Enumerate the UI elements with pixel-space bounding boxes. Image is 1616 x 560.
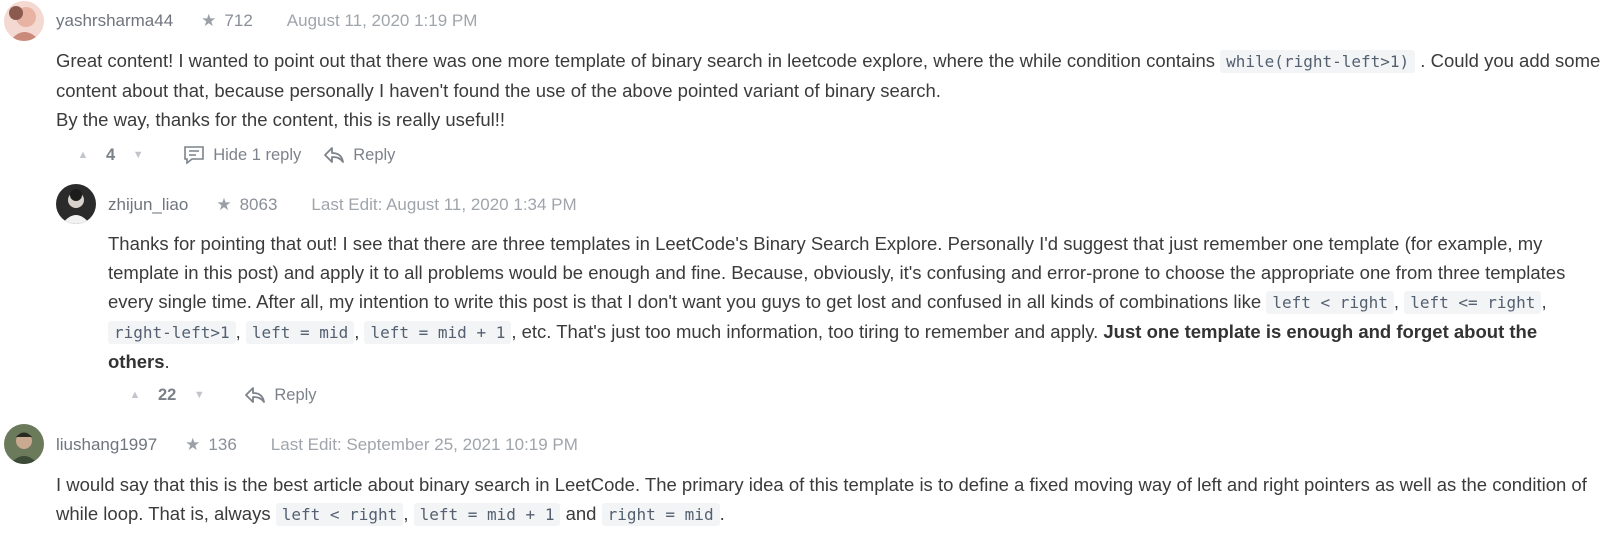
username[interactable]: liushang1997 xyxy=(56,435,157,455)
text: By the way, thanks for the content, this… xyxy=(56,109,506,130)
inline-code: while(right-left>1) xyxy=(1220,50,1416,73)
avatar[interactable] xyxy=(56,184,96,224)
reply-button[interactable]: Reply xyxy=(244,385,317,405)
comment-actions: ▲ 22 ▼ Reply xyxy=(126,380,317,410)
comment-body: I would say that this is the best articl… xyxy=(56,470,1601,529)
separator: , xyxy=(403,503,414,524)
reputation-value: 8063 xyxy=(239,195,278,214)
avatar[interactable] xyxy=(4,1,44,41)
vote-count: 4 xyxy=(106,145,116,164)
reply-arrow-icon xyxy=(324,147,345,163)
inline-code: left = mid + 1 xyxy=(413,503,561,526)
inline-code: left = mid + 1 xyxy=(364,321,512,344)
caret-up-icon[interactable]: ▲ xyxy=(126,388,144,402)
comment-meta: liushang1997 ★ 136 Last Edit: September … xyxy=(56,433,578,457)
inline-code: left <= right xyxy=(1404,291,1542,314)
inline-code: right = mid xyxy=(601,503,720,526)
separator: , xyxy=(1393,291,1405,312)
reputation: ★ 136 xyxy=(185,435,237,455)
inline-code: right-left>1 xyxy=(108,321,236,344)
reply-label: Reply xyxy=(353,145,396,164)
username[interactable]: yashrsharma44 xyxy=(56,11,173,31)
comment-body: Thanks for pointing that out! I see that… xyxy=(108,229,1602,376)
comment-date: Last Edit: September 25, 2021 10:19 PM xyxy=(270,435,578,454)
separator: , xyxy=(1541,291,1547,312)
comment-date: Last Edit: August 11, 2020 1:34 PM xyxy=(311,195,577,214)
caret-down-icon[interactable]: ▼ xyxy=(190,388,208,402)
star-icon: ★ xyxy=(216,195,232,214)
comment-body: Great content! I wanted to point out tha… xyxy=(56,46,1601,134)
reply-arrow-icon xyxy=(245,387,266,403)
avatar[interactable] xyxy=(4,424,44,464)
reputation: ★ 8063 xyxy=(216,195,277,215)
separator: , xyxy=(235,321,246,342)
hide-replies-button[interactable]: Hide 1 reply xyxy=(183,144,301,166)
comment-actions: ▲ 4 ▼ Hide 1 reply Reply xyxy=(74,140,395,170)
vote-count: 22 xyxy=(158,385,177,404)
inline-code: left < right xyxy=(1266,291,1394,314)
inline-code: left = mid xyxy=(245,321,355,344)
text: , etc. That's just too much information,… xyxy=(511,321,1104,342)
text: . xyxy=(719,503,725,524)
reputation-value: 136 xyxy=(208,435,237,454)
reputation: ★ 712 xyxy=(201,11,253,31)
star-icon: ★ xyxy=(185,435,201,454)
caret-down-icon[interactable]: ▼ xyxy=(129,148,147,162)
caret-up-icon[interactable]: ▲ xyxy=(74,148,92,162)
username[interactable]: zhijun_liao xyxy=(108,195,188,215)
separator: , xyxy=(354,321,365,342)
reply-label: Reply xyxy=(274,385,317,404)
star-icon: ★ xyxy=(201,11,217,30)
comment-date: August 11, 2020 1:19 PM xyxy=(286,11,478,30)
text: . xyxy=(164,351,170,372)
inline-code: left < right xyxy=(275,503,404,526)
text: Great content! I wanted to point out tha… xyxy=(56,50,1221,71)
separator: and xyxy=(560,503,602,524)
comment-icon xyxy=(184,146,204,165)
comment-meta: yashrsharma44 ★ 712 August 11, 2020 1:19… xyxy=(56,9,477,33)
reply-button[interactable]: Reply xyxy=(323,145,395,165)
hide-replies-label: Hide 1 reply xyxy=(213,145,302,164)
comment-meta: zhijun_liao ★ 8063 Last Edit: August 11,… xyxy=(108,193,577,217)
reputation-value: 712 xyxy=(224,11,253,30)
